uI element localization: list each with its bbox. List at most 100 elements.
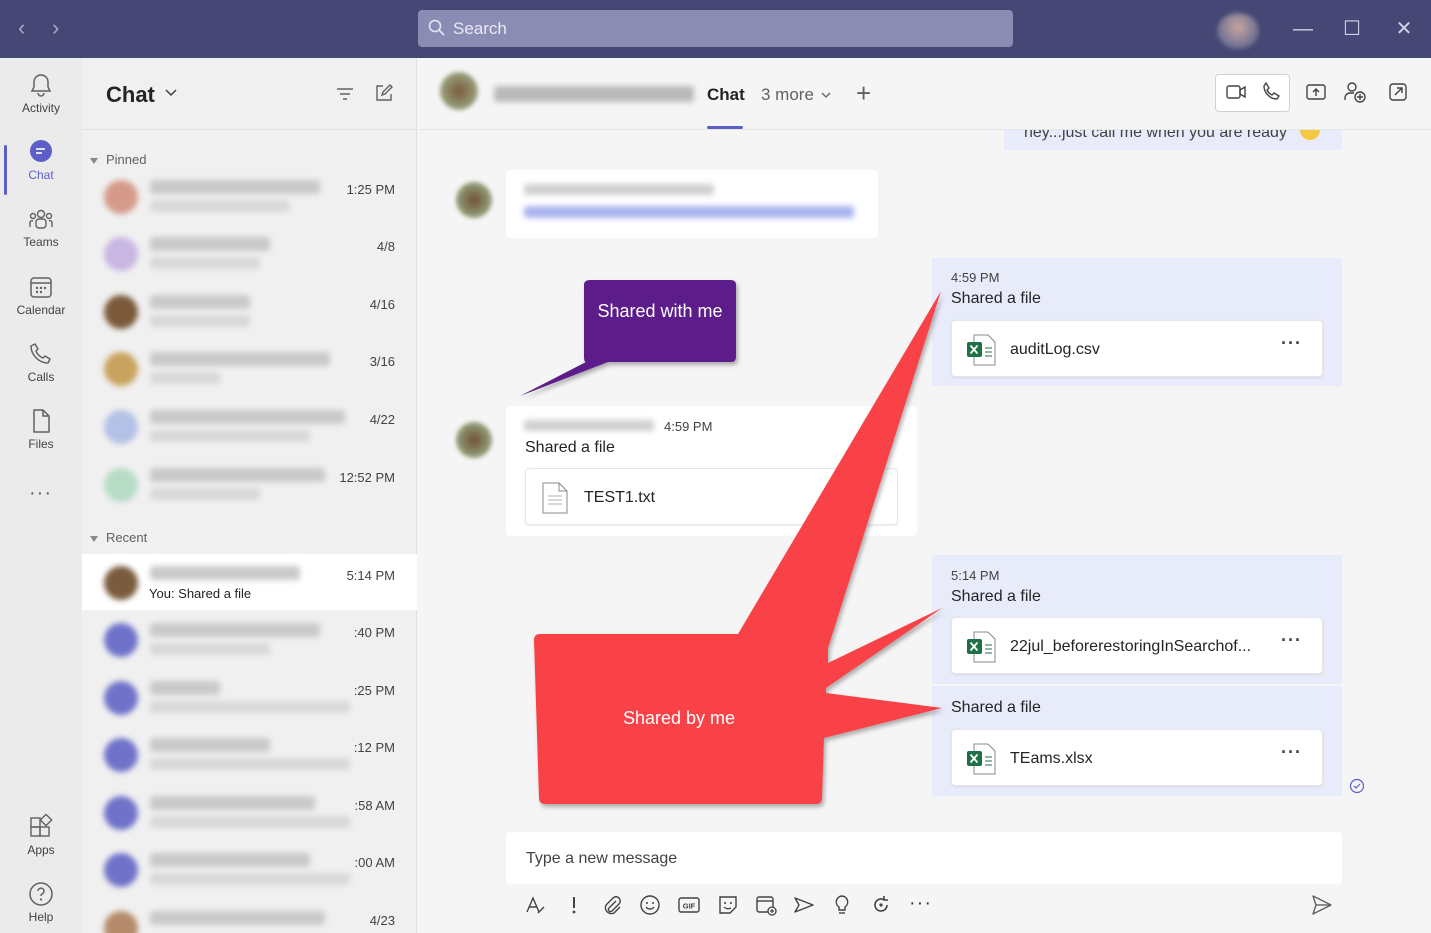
apps-icon <box>30 814 53 837</box>
search-input[interactable]: Search <box>418 10 1013 47</box>
title-bar: ‹ › Search — ☐ ✕ <box>0 0 1431 58</box>
avatar <box>104 468 138 502</box>
blurred-name <box>150 796 315 810</box>
pinned-label: Pinned <box>106 152 147 167</box>
blurred-preview <box>150 873 350 885</box>
file-icon <box>33 409 50 433</box>
blurred-name <box>150 853 310 867</box>
rail-item-calendar[interactable]: Calendar <box>0 268 82 330</box>
chat-list-item[interactable]: 1:25 PM <box>82 168 417 224</box>
avatar <box>104 352 138 386</box>
avatar <box>104 796 138 830</box>
calendar-icon <box>30 277 52 298</box>
filter-icon[interactable] <box>336 86 354 102</box>
rail-item-chat[interactable]: Chat <box>0 133 82 195</box>
help-icon <box>29 882 53 906</box>
avatar <box>104 295 138 329</box>
new-chat-icon[interactable] <box>375 84 393 102</box>
chat-list-item[interactable]: 4/8 <box>82 225 417 281</box>
collapse-triangle-icon <box>90 535 98 542</box>
chat-list-item-selected[interactable]: You: Shared a file 5:14 PM <box>82 554 417 610</box>
rail-label: Files <box>28 437 54 451</box>
blurred-name <box>150 180 320 194</box>
rail-label: Calls <box>27 370 55 384</box>
recent-label: Recent <box>106 530 148 545</box>
chat-list-item[interactable]: 4/22 <box>82 398 417 454</box>
pinned-section-header[interactable]: Pinned <box>90 152 146 167</box>
chat-list-title[interactable]: Chat <box>106 82 155 108</box>
blurred-preview <box>150 257 260 269</box>
chat-time: 5:14 PM <box>346 568 395 583</box>
avatar <box>104 237 138 271</box>
rail-item-activity[interactable]: Activity <box>0 66 82 128</box>
rail-label: Apps <box>27 843 55 857</box>
phone-icon <box>30 343 51 364</box>
rail-item-apps[interactable]: Apps <box>0 808 82 870</box>
search-icon <box>428 19 445 36</box>
blurred-name <box>150 681 220 695</box>
rail-item-help[interactable]: Help <box>0 875 82 933</box>
rail-item-files[interactable]: Files <box>0 402 82 464</box>
callout-shapes <box>520 280 942 804</box>
chat-preview: You: Shared a file <box>149 586 252 601</box>
rail-item-teams[interactable]: Teams <box>0 200 82 262</box>
chat-time: :25 PM <box>353 683 395 698</box>
rail-label: Help <box>28 910 54 924</box>
teams-icon <box>29 209 53 229</box>
chat-time: 12:52 PM <box>339 470 395 485</box>
chat-time: 1:25 PM <box>346 182 395 197</box>
chat-list-item[interactable]: 4/16 <box>82 283 417 339</box>
blurred-name <box>150 237 270 251</box>
avatar <box>104 911 138 933</box>
chevron-down-icon[interactable] <box>164 88 178 98</box>
avatar <box>104 681 138 715</box>
more-apps-icon[interactable]: ··· <box>29 482 52 505</box>
blurred-name <box>150 911 325 925</box>
rail-label: Activity <box>21 101 60 115</box>
chat-list-panel: Chat Pinned 1:25 PM 4/8 4/16 3/16 4/22 1… <box>82 58 417 933</box>
search-placeholder: Search <box>453 19 507 38</box>
conversation-pane: hey...just call me when you are ready Ch… <box>418 58 1431 933</box>
avatar <box>104 853 138 887</box>
blurred-preview <box>150 488 260 500</box>
chat-list-item[interactable]: :00 AM <box>82 841 417 897</box>
chat-list-item[interactable]: :25 PM <box>82 669 417 725</box>
chat-list-header: Chat <box>82 58 417 130</box>
blurred-preview <box>150 816 350 828</box>
recent-section-header[interactable]: Recent <box>90 530 147 545</box>
collapse-triangle-icon <box>90 157 98 164</box>
maximize-icon[interactable]: ☐ <box>1337 14 1367 44</box>
minimize-icon[interactable]: — <box>1288 14 1318 44</box>
back-arrow-icon[interactable]: ‹ <box>18 16 25 40</box>
blurred-name <box>150 410 345 424</box>
rail-label: Teams <box>23 235 59 249</box>
blurred-name <box>150 738 270 752</box>
close-icon[interactable]: ✕ <box>1389 14 1419 44</box>
chat-list-item[interactable]: :40 PM <box>82 611 417 667</box>
avatar <box>104 566 138 600</box>
chat-time: 4/8 <box>376 239 395 254</box>
rail-label: Calendar <box>16 303 66 317</box>
chat-list-item[interactable]: :12 PM <box>82 726 417 782</box>
forward-arrow-icon[interactable]: › <box>52 16 59 40</box>
blurred-preview <box>150 430 310 442</box>
blurred-preview <box>150 643 270 655</box>
app-rail: Activity Chat Teams Calendar Calls Files… <box>0 58 82 933</box>
chat-time: :00 AM <box>354 855 395 870</box>
user-avatar[interactable] <box>1217 13 1259 49</box>
chat-list-item[interactable]: 3/16 <box>82 340 417 396</box>
chat-time: 4/16 <box>369 297 395 312</box>
avatar <box>104 180 138 214</box>
chat-list-item[interactable]: 12:52 PM <box>82 456 417 512</box>
chat-list-item[interactable]: :58 AM <box>82 784 417 840</box>
blurred-preview <box>150 372 220 384</box>
chat-time: :12 PM <box>353 740 395 755</box>
rail-item-calls[interactable]: Calls <box>0 335 82 397</box>
chat-time: 3/16 <box>369 354 395 369</box>
callout-shared-by-me: Shared by me <box>622 708 736 728</box>
chat-time: :58 AM <box>354 798 395 813</box>
blurred-preview <box>150 701 350 713</box>
chat-time: :40 PM <box>353 625 395 640</box>
chat-list-item[interactable]: 4/23 <box>82 899 417 933</box>
blurred-preview <box>150 758 350 770</box>
